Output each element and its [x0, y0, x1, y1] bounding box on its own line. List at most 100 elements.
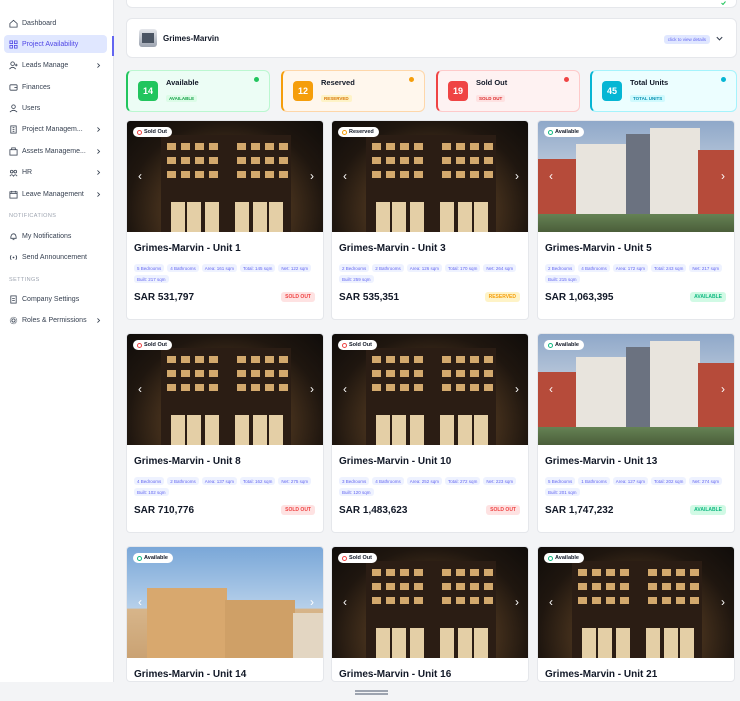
sidebar-item-project-availability[interactable]: Project Availability — [4, 35, 107, 54]
unit-card[interactable]: Available ‹ › Grimes-Marvin - Unit 14 — [126, 546, 324, 682]
unit-spec-tag: Total: 170 sqm — [445, 264, 481, 272]
unit-image[interactable]: Available ‹ › — [538, 547, 734, 658]
chevron-left-icon[interactable]: ‹ — [546, 383, 556, 395]
unit-card[interactable]: Available ‹ › Grimes-Marvin - Unit 13 5 Bedr… — [537, 333, 735, 533]
sidebar-item-leave-management[interactable]: Leave Management — [4, 185, 107, 203]
sidebar-item-company-settings[interactable]: Company Settings — [4, 291, 107, 309]
unit-title[interactable]: Grimes-Marvin - Unit 3 — [339, 243, 528, 254]
unit-image[interactable]: Available ‹ › — [127, 547, 323, 658]
chevron-right-icon[interactable]: › — [307, 596, 317, 608]
unit-title[interactable]: Grimes-Marvin - Unit 21 — [545, 669, 734, 680]
chevron-right-icon[interactable]: › — [718, 596, 728, 608]
sidebar-item-roles-permissions[interactable]: Roles & Permissions — [4, 312, 107, 330]
unit-price: SAR 535,351 — [339, 292, 400, 303]
sidebar-item-my-notifications[interactable]: My Notifications — [4, 227, 107, 245]
building-icon — [8, 125, 18, 135]
status-dot-icon — [548, 129, 553, 135]
unit-title[interactable]: Grimes-Marvin - Unit 1 — [134, 243, 323, 254]
stat-card-total-units[interactable]: 45 Total Units TOTAL UNITS — [590, 70, 737, 112]
sidebar-item-project-managem[interactable]: Project Managem... — [4, 121, 107, 139]
unit-title[interactable]: Grimes-Marvin - Unit 8 — [134, 456, 323, 467]
status-dot-icon — [342, 555, 347, 561]
chevron-right-icon[interactable]: › — [718, 383, 728, 395]
stat-text: Sold Out SOLD OUT — [476, 78, 507, 105]
unit-title[interactable]: Grimes-Marvin - Unit 13 — [545, 456, 734, 467]
unit-card[interactable]: Sold Out ‹ › Grimes-Marvin - Unit 8 4 Bedroo… — [126, 333, 324, 533]
unit-title[interactable]: Grimes-Marvin - Unit 14 — [134, 669, 323, 680]
stat-dot — [564, 77, 569, 82]
chevron-left-icon[interactable]: ‹ — [340, 170, 350, 182]
unit-status-pill: SOLD OUT — [486, 505, 520, 515]
stat-label: Total Units — [630, 77, 669, 87]
unit-card[interactable]: Reserved ‹ › Grimes-Marvin - Unit 3 2 Bedroo… — [331, 120, 529, 320]
unit-image[interactable]: Sold Out ‹ › — [127, 121, 323, 232]
chevron-right-icon — [93, 189, 103, 199]
sidebar-item-label: Project Availability — [22, 40, 79, 48]
sidebar-item-hr[interactable]: HR — [4, 164, 107, 182]
stat-card-sold-out[interactable]: 19 Sold Out SOLD OUT — [436, 70, 580, 112]
chevron-right-icon[interactable]: › — [307, 170, 317, 182]
unit-price: SAR 1,063,395 — [545, 292, 614, 303]
view-details-hint[interactable]: click to view details — [663, 35, 710, 44]
sidebar-item-dashboard[interactable]: Dashboard — [4, 14, 107, 32]
unit-spec-tag: Total: 243 sqm — [651, 264, 687, 272]
unit-card[interactable]: Available ‹ › Grimes-Marvin - Unit 5 2 Bedro… — [537, 120, 735, 320]
sidebar-nav: Dashboard Project Availability Leads Manag… — [0, 14, 113, 203]
stat-card-available[interactable]: 14 Available AVAILABLE — [126, 70, 270, 112]
calendar-icon — [8, 189, 18, 199]
project-header[interactable]: Grimes-Marvin click to view details — [126, 18, 737, 58]
unit-status-pill: SOLD OUT — [281, 292, 315, 302]
notifications-nav: My Notifications Send Announcement — [0, 227, 113, 266]
unit-spec-tag: Built: 215 sqm — [545, 275, 580, 283]
unit-title[interactable]: Grimes-Marvin - Unit 5 — [545, 243, 734, 254]
chevron-left-icon[interactable]: ‹ — [135, 383, 145, 395]
unit-spec-tag: Area: 137 sqm — [201, 477, 238, 485]
chevron-right-icon[interactable]: › — [307, 383, 317, 395]
sidebar-item-finances[interactable]: Finances — [4, 78, 107, 96]
chevron-right-icon — [93, 125, 103, 135]
chevron-left-icon[interactable]: ‹ — [340, 596, 350, 608]
chevron-right-icon — [93, 146, 103, 156]
unit-image[interactable]: Available ‹ › — [538, 334, 734, 445]
unit-status-badge: Available — [544, 553, 584, 563]
unit-card[interactable]: Sold Out ‹ › Grimes-Marvin - Unit 1 5 Bedroo… — [126, 120, 324, 320]
chevron-right-icon[interactable]: › — [512, 596, 522, 608]
sidebar-item-assets-manageme[interactable]: Assets Manageme... — [4, 142, 107, 160]
chevron-left-icon[interactable]: ‹ — [135, 170, 145, 182]
unit-status-badge: Sold Out — [133, 127, 172, 137]
unit-title[interactable]: Grimes-Marvin - Unit 16 — [339, 669, 528, 680]
unit-status-pill: AVAILABLE — [690, 505, 726, 515]
unit-image[interactable]: Sold Out ‹ › — [332, 547, 528, 658]
chevron-right-icon[interactable]: › — [512, 170, 522, 182]
unit-image[interactable]: Sold Out ‹ › — [127, 334, 323, 445]
sidebar-item-users[interactable]: Users — [4, 100, 107, 118]
chevron-left-icon[interactable]: ‹ — [546, 170, 556, 182]
chevron-right-icon[interactable]: › — [512, 383, 522, 395]
unit-price: SAR 1,747,232 — [545, 505, 614, 516]
unit-spec-tag: 5 Bedrooms — [134, 264, 165, 272]
unit-card[interactable]: Available ‹ › Grimes-Marvin - Unit 21 — [537, 546, 735, 682]
stat-card-reserved[interactable]: 12 Reserved RESERVED — [281, 70, 425, 112]
unit-image[interactable]: Reserved ‹ › — [332, 121, 528, 232]
settings-nav: Company Settings Roles & Permissions — [0, 291, 113, 330]
unit-spec-tag: 5 Bedrooms — [545, 477, 576, 485]
sidebar-item-leads-manage[interactable]: Leads Manage — [4, 57, 107, 75]
chevron-down-icon[interactable] — [715, 34, 724, 43]
chevron-left-icon[interactable]: ‹ — [546, 596, 556, 608]
sidebar-active-indicator — [112, 36, 114, 56]
unit-image[interactable]: Available ‹ › — [538, 121, 734, 232]
stat-count: 19 — [448, 81, 468, 101]
stat-pill: AVAILABLE — [166, 94, 198, 102]
sidebar-item-send-announcement[interactable]: Send Announcement — [4, 249, 107, 267]
unit-image[interactable]: Sold Out ‹ › — [332, 334, 528, 445]
sidebar: Dashboard Project Availability Leads Manag… — [0, 0, 114, 682]
chevron-right-icon[interactable]: › — [718, 170, 728, 182]
resize-handle[interactable] — [355, 690, 388, 695]
chevron-left-icon[interactable]: ‹ — [340, 383, 350, 395]
unit-card[interactable]: Sold Out ‹ › Grimes-Marvin - Unit 16 — [331, 546, 529, 682]
project-thumbnail — [139, 29, 157, 47]
grid-icon — [8, 39, 18, 49]
chevron-left-icon[interactable]: ‹ — [135, 596, 145, 608]
unit-card[interactable]: Sold Out ‹ › Grimes-Marvin - Unit 10 3 Bedro… — [331, 333, 529, 533]
unit-title[interactable]: Grimes-Marvin - Unit 10 — [339, 456, 528, 467]
